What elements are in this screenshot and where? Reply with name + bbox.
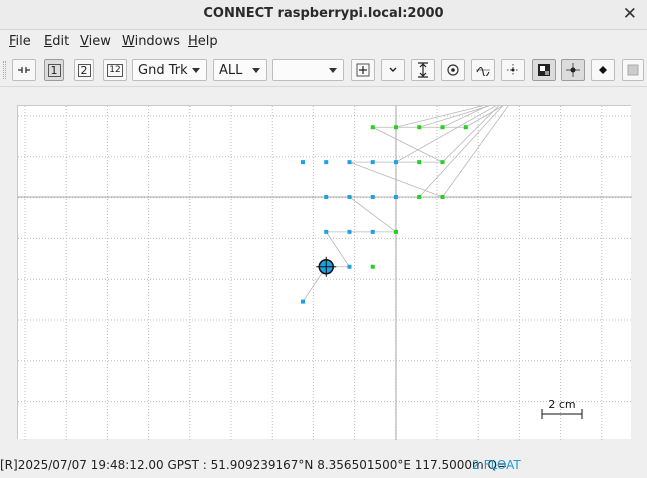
show-point-button[interactable]	[561, 59, 585, 81]
ground-track-plot[interactable]: 2 cm	[17, 105, 632, 440]
float-point	[347, 195, 352, 199]
center-origin-button[interactable]	[351, 59, 375, 81]
float-point	[324, 195, 329, 199]
current-position-marker	[316, 256, 337, 277]
track-wave-icon	[476, 66, 490, 76]
track-segment	[349, 196, 397, 233]
chevron-down-icon	[252, 68, 260, 73]
chevron-down-icon	[329, 68, 337, 73]
float-point	[370, 229, 375, 234]
solution-points	[301, 125, 468, 304]
float-point	[301, 299, 305, 304]
fit-vertical-icon	[418, 62, 428, 78]
fix-point	[417, 125, 422, 130]
float-point	[394, 195, 398, 199]
plot-type-select[interactable]: Gnd Trk	[132, 59, 207, 81]
connect-button[interactable]	[12, 59, 36, 81]
image-icon	[627, 64, 639, 76]
solution-select[interactable]	[272, 59, 344, 81]
fix-point	[440, 125, 445, 130]
track-lines	[302, 106, 509, 302]
diamond-icon	[599, 66, 607, 74]
target-icon	[447, 64, 459, 76]
crosshair-icon	[356, 63, 370, 77]
toolbar: 1 2 12 Gnd Trk ALL	[0, 55, 647, 87]
show-track-button[interactable]	[471, 59, 495, 81]
chevron-down-icon	[192, 68, 200, 73]
quality-filter-select[interactable]: ALL	[213, 59, 267, 81]
menu-windows[interactable]: Windows	[122, 34, 180, 49]
close-icon[interactable]: ✕	[623, 4, 637, 24]
toolbar-grip[interactable]	[3, 61, 6, 79]
show-grid-button[interactable]	[501, 59, 525, 81]
ground-track-canvas[interactable]: 2 cm	[18, 106, 632, 440]
fix-point	[417, 160, 422, 165]
plug-icon	[18, 67, 30, 73]
menu-edit[interactable]: Edit	[44, 34, 69, 49]
float-point	[347, 264, 352, 269]
fix-point	[370, 264, 375, 269]
fit-vertical-button[interactable]	[411, 59, 435, 81]
fix-point	[463, 125, 468, 130]
float-point	[301, 160, 305, 165]
fix-point	[394, 125, 398, 130]
status-bar: [R]2025/07/07 19:48:12.00 GPST : 51.9092…	[0, 456, 647, 476]
center-current-button[interactable]	[441, 59, 465, 81]
menu-view[interactable]: View	[80, 34, 111, 49]
float-point	[370, 160, 375, 165]
fix-point	[417, 195, 422, 199]
track-segment	[418, 106, 503, 198]
status-text: [R]2025/07/07 19:48:12.00 GPST : 51.9092…	[0, 458, 508, 472]
float-point	[324, 160, 329, 165]
point-crosshair-icon	[566, 63, 580, 77]
float-point	[394, 160, 398, 165]
window-title: CONNECT raspberrypi.local:2000	[203, 6, 444, 21]
float-point	[324, 229, 329, 234]
show-map-button[interactable]	[532, 59, 556, 81]
float-point	[347, 160, 352, 165]
solution-1-button[interactable]: 1	[44, 59, 64, 81]
show-marker-button[interactable]	[591, 59, 615, 81]
track-segment	[442, 106, 500, 163]
dropdown-menu-button[interactable]	[381, 59, 405, 81]
fix-point	[440, 195, 445, 199]
fix-point	[440, 160, 445, 165]
solution-12-button[interactable]: 12	[103, 59, 127, 81]
scale-label: 2 cm	[548, 398, 575, 411]
title-bar: CONNECT raspberrypi.local:2000 ✕	[0, 0, 647, 30]
fix-point	[394, 229, 398, 234]
menu-file[interactable]: File	[9, 34, 31, 49]
skyplot-button[interactable]	[622, 59, 644, 81]
float-point	[347, 229, 352, 234]
fix-point	[370, 125, 375, 130]
map-image-icon	[538, 64, 550, 76]
float-point	[370, 195, 375, 199]
solution-2-button[interactable]: 2	[74, 59, 94, 81]
menu-help[interactable]: Help	[188, 34, 218, 49]
solution-quality: 2:FLOAT	[472, 458, 521, 472]
menu-bar: File Edit View Windows Help	[0, 31, 647, 53]
grid-cross-icon	[507, 64, 519, 76]
chevron-down-icon	[389, 67, 397, 72]
track-segment	[372, 126, 443, 163]
